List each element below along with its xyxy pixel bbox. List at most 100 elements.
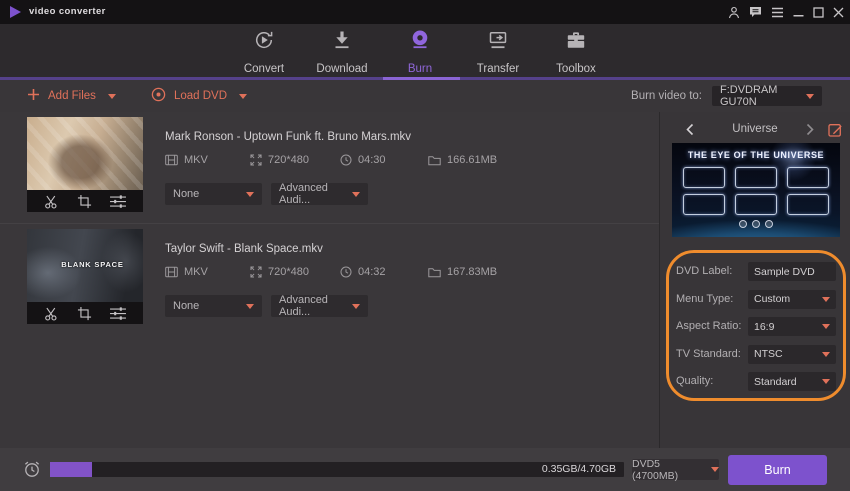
effects-icon[interactable]	[109, 306, 127, 321]
template-next-icon[interactable]	[806, 123, 814, 136]
audio-dropdown[interactable]: Advanced Audi...	[271, 183, 368, 205]
burn-to-caret-icon	[806, 94, 814, 99]
tab-toolbox-label: Toolbox	[556, 63, 596, 75]
audio-caret-icon	[352, 304, 360, 309]
menu-type-dropdown[interactable]: Custom	[748, 290, 836, 309]
transfer-icon	[485, 27, 511, 58]
minimize-button[interactable]	[793, 7, 804, 18]
account-icon[interactable]	[728, 6, 740, 19]
convert-icon	[251, 27, 277, 58]
burn-to-value: F:DVDRAM GU70N	[720, 84, 806, 108]
quality-dropdown[interactable]: Standard	[748, 372, 836, 391]
tv-standard-value: NTSC	[754, 348, 783, 360]
menu-type-caret-icon	[822, 297, 830, 302]
timer-icon	[22, 459, 42, 479]
tab-toolbox[interactable]: Toolbox	[537, 24, 615, 77]
load-dvd-caret-icon[interactable]	[239, 94, 247, 99]
menu-frame	[735, 167, 777, 188]
burn-disc-icon	[407, 27, 433, 58]
resolution-icon	[250, 266, 262, 278]
audio-caret-icon	[352, 192, 360, 197]
tab-convert-label: Convert	[244, 63, 284, 75]
file-size: 167.83MB	[447, 266, 497, 278]
menu-icon[interactable]	[771, 7, 784, 18]
add-files-label: Add Files	[48, 90, 96, 102]
menu-type-label: Menu Type:	[676, 293, 733, 305]
template-edit-icon[interactable]	[828, 122, 843, 137]
thumbnail-image: BLANK SPACE	[27, 229, 143, 302]
menu-nav-dot	[752, 220, 760, 228]
feedback-icon[interactable]	[749, 6, 762, 18]
tab-transfer[interactable]: Transfer	[459, 24, 537, 77]
aspect-ratio-caret-icon	[822, 324, 830, 329]
disc-type-caret-icon	[711, 467, 719, 472]
tab-burn[interactable]: Burn	[381, 24, 459, 77]
format-icon	[165, 266, 178, 278]
trim-icon[interactable]	[43, 305, 60, 322]
aspect-ratio-dropdown[interactable]: 16:9	[748, 317, 836, 336]
crop-icon[interactable]	[77, 306, 92, 321]
download-icon	[329, 27, 355, 58]
dvd-label-value: Sample DVD	[754, 266, 815, 278]
add-files-button[interactable]: Add Files	[27, 88, 116, 104]
file-format: MKV	[184, 154, 208, 166]
app-logo-icon	[10, 6, 21, 18]
tab-convert[interactable]: Convert	[225, 24, 303, 77]
subtitle-dropdown[interactable]: None	[165, 295, 262, 317]
trim-icon[interactable]	[43, 193, 60, 210]
file-row[interactable]: BLANK SPACE Taylor Swift - Blank Space.m…	[0, 224, 659, 336]
tab-download-label: Download	[316, 63, 367, 75]
format-icon	[165, 154, 178, 166]
burn-button[interactable]: Burn	[728, 455, 827, 485]
aspect-ratio-label: Aspect Ratio:	[676, 320, 741, 332]
app-window: video converter	[0, 0, 850, 491]
video-thumbnail[interactable]	[27, 117, 143, 212]
active-tab-underline	[383, 77, 460, 80]
close-button[interactable]	[833, 7, 844, 18]
subtitle-dropdown-value: None	[173, 300, 199, 312]
video-thumbnail[interactable]: BLANK SPACE	[27, 229, 143, 324]
load-dvd-button[interactable]: Load DVD	[151, 87, 247, 105]
audio-dropdown[interactable]: Advanced Audi...	[271, 295, 368, 317]
file-row[interactable]: Mark Ronson - Uptown Funk ft. Bruno Mars…	[0, 112, 659, 224]
file-title: Mark Ronson - Uptown Funk ft. Bruno Mars…	[165, 131, 411, 143]
capacity-text: 0.35GB/4.70GB	[542, 462, 616, 477]
file-duration: 04:30	[358, 154, 386, 166]
file-title: Taylor Swift - Blank Space.mkv	[165, 243, 323, 255]
menu-frame	[735, 194, 777, 215]
resolution-icon	[250, 154, 262, 166]
dvd-label-label: DVD Label:	[676, 265, 732, 277]
subtitle-caret-icon	[246, 304, 254, 309]
crop-icon[interactable]	[77, 194, 92, 209]
effects-icon[interactable]	[109, 194, 127, 209]
dvd-menu-preview[interactable]: THE EYE OF THE UNIVERSE	[672, 143, 840, 237]
burn-to-select[interactable]: F:DVDRAM GU70N	[712, 86, 822, 106]
tab-download[interactable]: Download	[303, 24, 381, 77]
record-disc-icon	[151, 87, 166, 105]
tab-transfer-label: Transfer	[477, 63, 519, 75]
tv-standard-dropdown[interactable]: NTSC	[748, 345, 836, 364]
menu-frame	[683, 194, 725, 215]
duration-icon	[340, 154, 352, 166]
maximize-button[interactable]	[813, 7, 824, 18]
quality-caret-icon	[822, 379, 830, 384]
burn-progress-fill	[50, 462, 92, 477]
load-dvd-label: Load DVD	[174, 90, 227, 102]
menu-frame	[787, 194, 829, 215]
file-duration: 04:32	[358, 266, 386, 278]
app-title: video converter	[29, 0, 106, 24]
bottom-bar: 0.35GB/4.70GB DVD5 (4700MB) Burn	[0, 448, 850, 491]
subtitle-dropdown[interactable]: None	[165, 183, 262, 205]
disc-type-dropdown[interactable]: DVD5 (4700MB)	[632, 459, 719, 480]
file-toolbar: Add Files Load DVD Burn video to: F:DVDR…	[0, 80, 850, 112]
aspect-ratio-value: 16:9	[754, 321, 774, 333]
menu-frame	[683, 167, 725, 188]
audio-dropdown-value: Advanced Audi...	[279, 294, 352, 318]
thumbnail-caption: BLANK SPACE	[61, 260, 123, 269]
quality-value: Standard	[754, 376, 797, 388]
menu-nav-dot	[739, 220, 747, 228]
file-list: Mark Ronson - Uptown Funk ft. Bruno Mars…	[0, 112, 660, 448]
dvd-label-input[interactable]: Sample DVD	[748, 262, 836, 281]
add-files-caret-icon[interactable]	[108, 94, 116, 99]
tab-burn-label: Burn	[408, 63, 432, 75]
